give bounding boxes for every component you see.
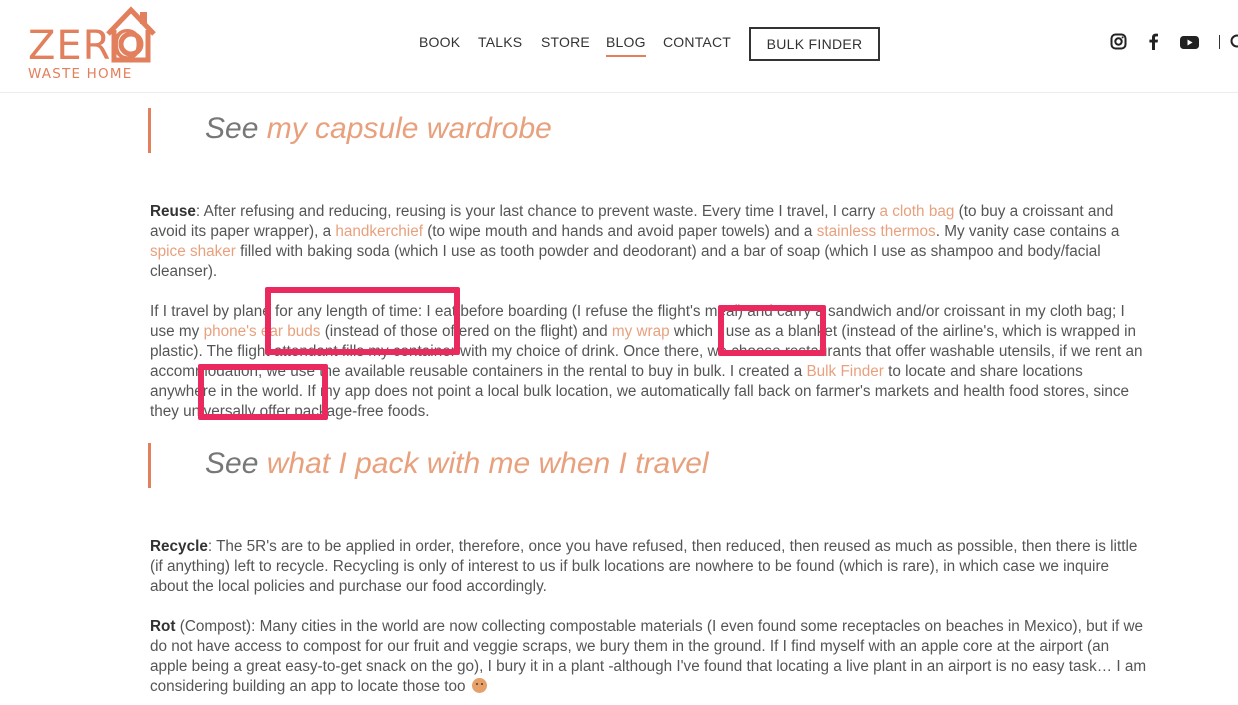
zero-waste-home-logo[interactable]: ZERO WASTE HOME bbox=[26, 6, 158, 82]
stainless-thermos-link[interactable]: stainless thermos bbox=[817, 223, 936, 240]
my-wrap-link[interactable]: my wrap bbox=[612, 323, 670, 340]
nav-book[interactable]: BOOK bbox=[419, 34, 460, 50]
quote-prefix: See bbox=[205, 447, 267, 480]
capsule-wardrobe-quote: See my capsule wardrobe bbox=[205, 112, 552, 146]
highlight-box-ear-buds bbox=[265, 287, 460, 355]
house-logo-icon bbox=[106, 6, 156, 63]
travel-pack-link[interactable]: what I pack with me when I travel bbox=[267, 447, 709, 480]
reuse-paragraph: Reuse: After refusing and reducing, reus… bbox=[150, 202, 1150, 282]
quote-bar bbox=[148, 108, 151, 153]
rot-paragraph: Rot (Compost): Many cities in the world … bbox=[150, 617, 1150, 697]
nav-contact[interactable]: CONTACT bbox=[663, 34, 731, 50]
facebook-icon[interactable] bbox=[1148, 33, 1159, 50]
quote-bar bbox=[148, 443, 151, 488]
site-header: ZERO WASTE HOME BOOK TALKS STORE BLOG CO… bbox=[0, 0, 1238, 93]
search-icon[interactable] bbox=[1230, 33, 1238, 51]
rot-text: (Compost): Many cities in the world are … bbox=[150, 618, 1147, 695]
reuse-text: . My vanity case contains a bbox=[935, 223, 1120, 240]
handkerchief-link[interactable]: handkerchief bbox=[335, 223, 423, 240]
spice-shaker-link[interactable]: spice shaker bbox=[150, 243, 236, 260]
nav-blog[interactable]: BLOG bbox=[606, 34, 646, 57]
youtube-icon[interactable] bbox=[1180, 36, 1199, 49]
cloth-bag-link[interactable]: a cloth bag bbox=[880, 203, 955, 220]
reuse-text: : After refusing and reducing, reusing i… bbox=[195, 203, 880, 220]
travel-pack-quote: See what I pack with me when I travel bbox=[205, 447, 709, 481]
nav-store[interactable]: STORE bbox=[541, 34, 590, 50]
logo-sub-text: WASTE HOME bbox=[28, 66, 133, 82]
header-divider bbox=[1219, 35, 1220, 49]
instagram-icon[interactable] bbox=[1110, 33, 1127, 50]
highlight-box-bulk-finder bbox=[198, 364, 328, 420]
rot-heading: Rot bbox=[150, 618, 176, 635]
recycle-heading: Recycle bbox=[150, 538, 208, 555]
highlight-box-my-wrap bbox=[718, 305, 826, 356]
bulk-finder-link[interactable]: Bulk Finder bbox=[806, 363, 883, 380]
recycle-text: : The 5R's are to be applied in order, t… bbox=[150, 538, 1138, 595]
reuse-text: filled with baking soda (which I use as … bbox=[150, 243, 1101, 280]
recycle-paragraph: Recycle: The 5R's are to be applied in o… bbox=[150, 537, 1150, 597]
smiley-emoji-icon bbox=[471, 678, 487, 693]
capsule-wardrobe-link[interactable]: my capsule wardrobe bbox=[267, 112, 552, 145]
reuse-text: (to wipe mouth and hands and avoid paper… bbox=[422, 223, 817, 240]
bulk-finder-button[interactable]: BULK FINDER bbox=[749, 27, 880, 61]
quote-prefix: See bbox=[205, 112, 267, 145]
nav-talks[interactable]: TALKS bbox=[478, 34, 522, 50]
reuse-heading: Reuse bbox=[150, 203, 196, 220]
